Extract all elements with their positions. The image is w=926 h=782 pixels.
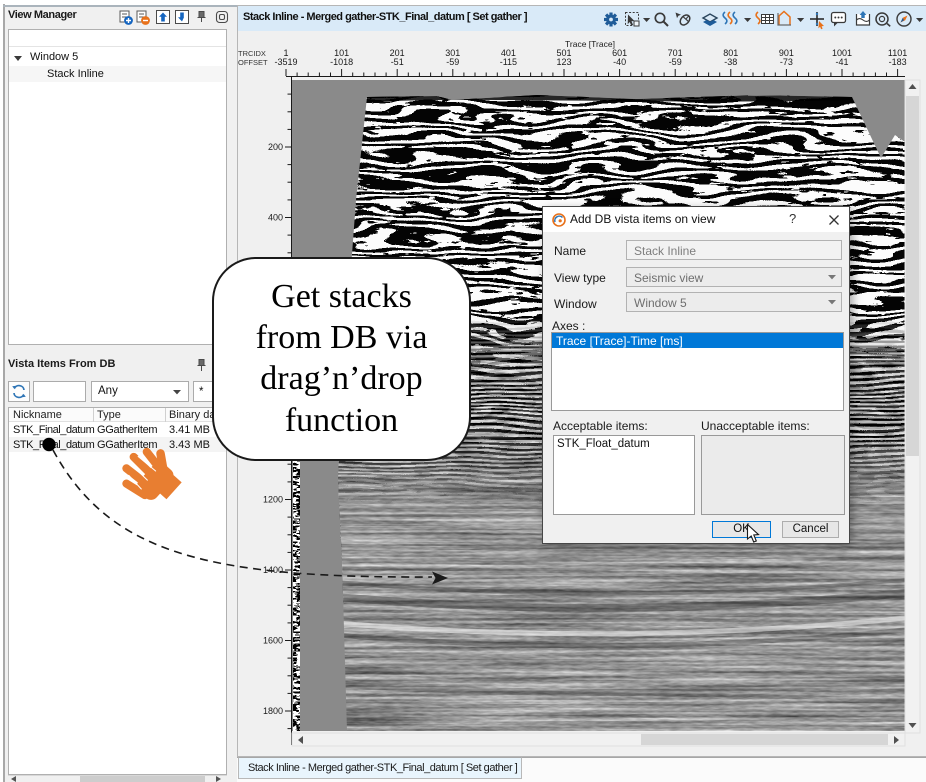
svg-text:-51: -51 (391, 57, 404, 67)
svg-text:-41: -41 (835, 57, 848, 67)
svg-text:1400: 1400 (263, 565, 283, 575)
svg-text:-1018: -1018 (330, 57, 353, 67)
svg-text:-73: -73 (780, 57, 793, 67)
svg-text:-183: -183 (889, 57, 907, 67)
svg-text:-38: -38 (724, 57, 737, 67)
svg-text:1200: 1200 (263, 495, 283, 505)
svg-text:400: 400 (268, 213, 283, 223)
svg-text:TRCIDX: TRCIDX (238, 49, 266, 58)
svg-text:-115: -115 (500, 57, 517, 67)
svg-text:-59: -59 (446, 57, 459, 67)
svg-text:-59: -59 (669, 57, 682, 67)
svg-text:OFFSET: OFFSET (238, 58, 268, 67)
svg-text:Trace [Trace]: Trace [Trace] (565, 39, 615, 49)
svg-text:200: 200 (268, 142, 283, 152)
svg-text:123: 123 (556, 57, 571, 67)
svg-text:1600: 1600 (263, 636, 283, 646)
svg-text:1800: 1800 (263, 706, 283, 716)
svg-text:-40: -40 (613, 57, 626, 67)
svg-text:-3519: -3519 (274, 57, 297, 67)
